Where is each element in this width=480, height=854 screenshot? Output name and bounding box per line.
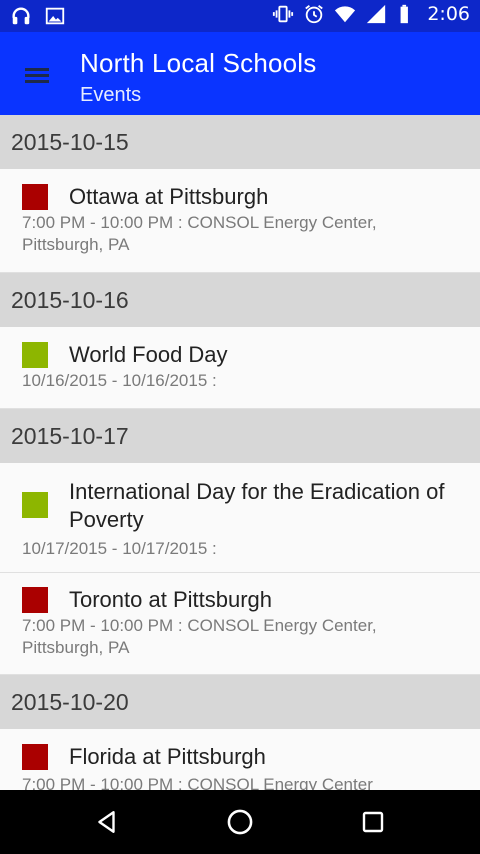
event-detail: 10/17/2015 - 10/17/2015 : <box>22 539 217 558</box>
hamburger-menu-icon[interactable] <box>22 65 52 85</box>
date-header: 2015-10-20 <box>0 675 480 729</box>
date-header: 2015-10-17 <box>0 409 480 463</box>
category-color-swatch <box>22 744 48 770</box>
event-detail: 7:00 PM - 10:00 PM : CONSOL Energy Cente… <box>22 213 377 254</box>
category-color-swatch <box>22 342 48 368</box>
vibrate-icon <box>273 5 294 23</box>
category-color-swatch <box>22 184 48 210</box>
event-title: World Food Day <box>69 342 228 367</box>
recents-icon[interactable] <box>353 804 393 840</box>
events-list[interactable]: 2015-10-15 Ottawa at Pittsburgh 7:00 PM … <box>0 115 480 790</box>
event-item[interactable]: Florida at Pittsburgh 7:00 PM - 10:00 PM… <box>0 729 480 790</box>
event-detail: 7:00 PM - 10:00 PM : CONSOL Energy Cente… <box>22 775 373 790</box>
date-header: 2015-10-15 <box>0 115 480 169</box>
app-subtitle: Events <box>80 84 142 106</box>
headphones-icon <box>12 7 30 25</box>
event-item[interactable]: International Day for the Eradication of… <box>0 463 480 573</box>
category-color-swatch <box>22 587 48 613</box>
home-icon[interactable] <box>220 804 260 840</box>
image-icon <box>45 7 65 25</box>
status-time: 2:06 <box>427 3 470 25</box>
event-title: Ottawa at Pittsburgh <box>69 184 269 209</box>
signal-icon <box>367 4 386 24</box>
wifi-icon <box>335 6 356 23</box>
event-title: Toronto at Pittsburgh <box>69 587 273 612</box>
event-detail: 7:00 PM - 10:00 PM : CONSOL Energy Cente… <box>22 616 377 657</box>
app-bar: North Local Schools Events <box>0 32 480 115</box>
alarm-icon <box>305 5 324 24</box>
category-color-swatch <box>22 492 48 518</box>
event-item[interactable]: World Food Day 10/16/2015 - 10/16/2015 : <box>0 327 480 409</box>
app-title: North Local Schools <box>80 48 317 78</box>
back-icon[interactable] <box>87 804 127 840</box>
event-detail: 10/16/2015 - 10/16/2015 : <box>22 371 217 390</box>
event-title: Florida at Pittsburgh <box>69 744 266 769</box>
event-item[interactable]: Ottawa at Pittsburgh 7:00 PM - 10:00 PM … <box>0 169 480 273</box>
status-bar: 2:06 <box>0 0 480 32</box>
navigation-bar <box>0 790 480 854</box>
date-header: 2015-10-16 <box>0 273 480 327</box>
event-title: International Day for the Eradication of… <box>69 479 445 532</box>
battery-icon <box>400 4 409 24</box>
event-item[interactable]: Toronto at Pittsburgh 7:00 PM - 10:00 PM… <box>0 573 480 675</box>
